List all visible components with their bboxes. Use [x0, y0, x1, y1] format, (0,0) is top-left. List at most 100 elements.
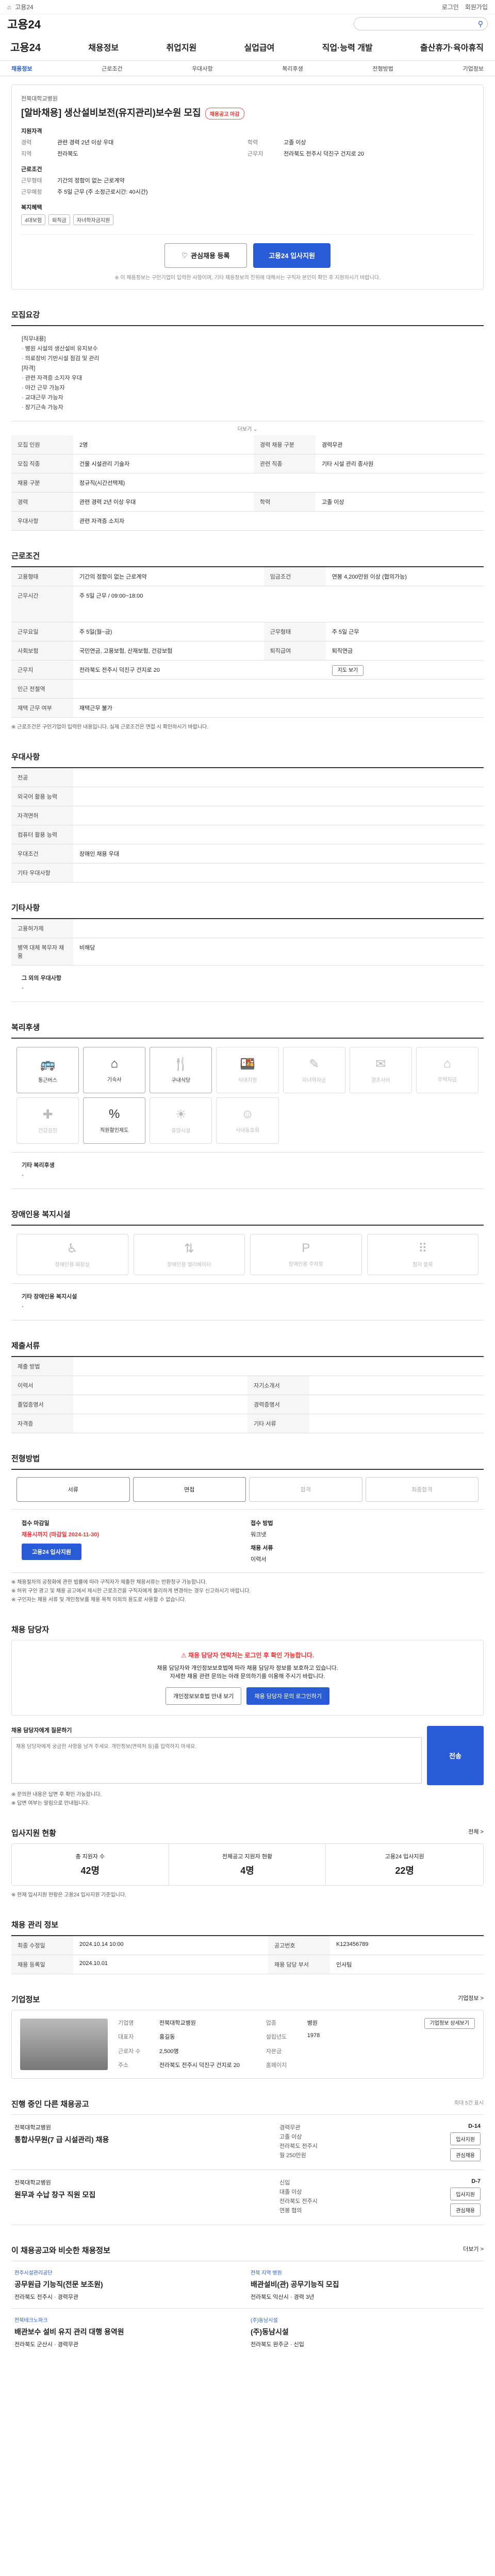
search-bar[interactable]: ⚲ [354, 17, 488, 30]
gnb-item-benefit[interactable]: 실업급여 [244, 41, 274, 53]
table-row: 채용 구분 정규직(시간선택제) [11, 473, 484, 493]
home-icon[interactable]: ⌂ [7, 4, 11, 11]
recommend-all-link[interactable]: 더보기 > [463, 2245, 484, 2256]
recommend-card[interactable]: 전주시설관리공단 공무원급 기능직(전문 보조원) 전라북도 전주시 · 경력무관 [11, 2260, 248, 2308]
gnb-brand[interactable]: 고용24 [10, 39, 41, 54]
table-row: 최종 수정일 2024.10.14 10:00 공고번호 K123456789 [11, 1936, 484, 1955]
process-panel: 서류 면접 합격 최종합격 접수 마감일 채용시까지 (마감일 2024-11-30)… [11, 1468, 484, 1604]
recommend-card[interactable]: 전북테크노파크 배관보수 설비 유지 관리 대행 용역원 전라북도 군산시 · 경력… [11, 2308, 248, 2355]
signup-link[interactable]: 회원가입 [465, 3, 488, 11]
job-apply-button[interactable]: 입사지원 [450, 2187, 481, 2200]
table-row: 모집 인원 2명 경력 채용 구분 경력무관 [11, 435, 484, 454]
condition-grid: 근무형태 기간의 정함이 없는 근로계약 근무예정 주 5일 근무 (주 소정근로시… [21, 177, 148, 195]
job-title: [알바채용] 생산설비보전(유지관리)보수원 모집 채용공고 마감 [21, 106, 474, 120]
condition-label: 근로조건 [21, 166, 42, 173]
stats-heading: 입사지원 현황 전체 > [11, 1827, 484, 1838]
contact-login-button[interactable]: 채용 담당자 문의 로그인하기 [246, 1687, 330, 1705]
stat-cell: 고용24 입사지원 22명 [385, 1853, 424, 1876]
recruit-panel: [직무내용] · 병원 시설의 생산설비 유지보수 · 의료장비 기반시설 점검… [11, 325, 484, 531]
company-detail-button[interactable]: 기업정보 상세보기 [424, 2018, 475, 2029]
qualification-label: 지원자격 [21, 128, 42, 134]
site-logo[interactable]: 고용24 [7, 15, 41, 32]
gnb-item-leave[interactable]: 출산휴가·육아휴직 [420, 41, 484, 53]
deadline: 채용시까지 (마감일 2024-11-30) [22, 1531, 100, 1538]
heart-icon: ♡ [182, 251, 188, 259]
apply-button[interactable]: 고용24 입사지원 [253, 243, 331, 268]
tab-recruit[interactable]: 채용정보 [11, 64, 32, 73]
etc-extra: 그 외의 우대사항 - [11, 965, 484, 1002]
table-row: 외국어 활용 능력 [11, 787, 484, 806]
docs-table: 제출 방법 이력서 자기소개서 졸업증명서 경력증명서 자격증 기타 서류 [11, 1357, 484, 1433]
benefit-tag: 4대보험 [21, 214, 46, 225]
job-row[interactable]: 전북대학교병원 원무과 수납 창구 직원 모집 신입 대졸 이상 전라북도 전주시 연봉 … [11, 2170, 484, 2225]
job-apply-button[interactable]: 입사지원 [450, 2132, 481, 2145]
table-row: 자격면허 [11, 806, 484, 825]
discount-icon: % [109, 1107, 120, 1122]
welfare-panel: 🚌 통근버스 ⌂ 기숙사 🍴 구내식당 🍱 식대지원 ✎ 자녀학자금 ✉ 경조사비 ⌂ 주택자금 ✚ 건강검진… [11, 1037, 484, 1189]
stats-all-link[interactable]: 전체 > [468, 1827, 484, 1838]
process-step: 면접 [133, 1477, 246, 1502]
table-row: 병역 대체 복무자 채용 비해당 [11, 938, 484, 965]
logo-row: 고용24 ⚲ [0, 14, 495, 33]
question-box: 채용 담당자에게 질문하기 전송 [11, 1725, 484, 1785]
welfare-heading: 복리후생 [11, 1023, 40, 1032]
more-button[interactable]: 더보기 ⌄ [11, 421, 484, 435]
job-scrap-button[interactable]: 관심채용 [450, 2148, 481, 2161]
tab-condition[interactable]: 근로조건 [102, 64, 122, 73]
recommend-grid: 전주시설관리공단 공무원급 기능직(전문 보조원) 전라북도 전주시 · 경력무관 전… [11, 2260, 484, 2355]
table-row: 경력 관련 경력 2년 이상 우대 학력 고졸 이상 [11, 492, 484, 512]
welfare-item: % 직원할인제도 [83, 1097, 146, 1144]
etc-heading: 기타사항 [11, 903, 40, 912]
scrap-button[interactable]: ♡ 관심채용 등록 [164, 243, 247, 268]
meal-icon: 🍴 [173, 1057, 189, 1071]
gnb-item-support[interactable]: 취업지원 [166, 41, 196, 53]
welfare-item: 🚌 통근버스 [16, 1046, 79, 1093]
header-note: ※ 이 채용정보는 구인기업이 입력한 사항이며, 기타 채용정보의 진위에 대… [114, 275, 381, 281]
job-scrap-button[interactable]: 관심채용 [450, 2203, 481, 2216]
question-input[interactable] [11, 1737, 422, 1784]
table-row: 우대사항 관련 자격증 소지자 [11, 511, 484, 531]
disabled-item: ⇅ 장애인용 엘리베이터 [133, 1233, 245, 1275]
gnb-item-training[interactable]: 직업·능력 개발 [322, 41, 373, 53]
search-icon[interactable]: ⚲ [478, 20, 483, 28]
privacy-button[interactable]: 개인정보보호법 안내 보기 [165, 1687, 242, 1705]
welfare-item: 🍴 구내식당 [150, 1046, 212, 1093]
company-name[interactable]: 전북대학교병원 [21, 94, 474, 103]
education-icon: ✎ [309, 1057, 320, 1071]
table-row: 고용허가제 [11, 919, 484, 938]
send-button[interactable]: 전송 [427, 1725, 484, 1785]
table-row: 채용 등록일 2024.10.01 채용 담당 부서 인사팀 [11, 1955, 484, 1974]
table-row: 모집 직종 건물 시설관리 기술자 관련 직종 기타 시설 관리 종사원 [11, 454, 484, 473]
tab-prefer[interactable]: 우대사항 [192, 64, 212, 73]
welfare-grid: 🚌 통근버스 ⌂ 기숙사 🍴 구내식당 🍱 식대지원 ✎ 자녀학자금 ✉ 경조사비 ⌂ 주택자금 ✚ 건강검진… [11, 1039, 484, 1153]
disabled-item: ♿ 장애인용 화장실 [16, 1233, 128, 1275]
map-button[interactable]: 지도 보기 [332, 665, 364, 676]
job-row[interactable]: 전북대학교병원 통합사무원(7 급 시설관리) 채용 경력무관 고졸 이상 전라북도 전… [11, 2115, 484, 2170]
welfare-extra: 기타 복리후생 - [11, 1153, 484, 1189]
table-row: 자격증 기타 서류 [11, 1414, 484, 1433]
gnb-item-jobs[interactable]: 채용정보 [88, 41, 119, 53]
recommend-card[interactable]: (주)동남시설 (주)동남시설 전라북도 완주군 · 신입 [248, 2308, 484, 2355]
company-info: 기업명 전북대학교병원 업종 병원 대표자 홍길동 설립년도 1978 근로자 수 2,500… [118, 2020, 320, 2069]
manage-table: 최종 수정일 2024.10.14 10:00 공고번호 K123456789 채용 … [11, 1936, 484, 1974]
docs-heading: 제출서류 [11, 1341, 40, 1350]
login-link[interactable]: 로그인 [442, 3, 459, 11]
tab-welfare[interactable]: 복리후생 [282, 64, 303, 73]
table-row: 고용형태 기간의 정함이 없는 근로계약 임금조건 연봉 4,200만원 이상 (협의… [11, 567, 484, 586]
table-row: 우대조건 장애인 채용 우대 [11, 844, 484, 863]
etc-table: 고용허가제 병역 대체 복무자 채용 비해당 [11, 919, 484, 965]
top-utility-bar: ⌂ 고용24 로그인 회원가입 [0, 0, 495, 14]
stats-note: ※ 현재 입사지원 현황은 고용24 입사지원 기준입니다. [11, 1892, 126, 1898]
welfare-item: ⌂ 기숙사 [83, 1046, 146, 1093]
tab-company[interactable]: 기업정보 [463, 64, 483, 73]
table-row: 인근 전철역 [11, 679, 484, 699]
tab-process[interactable]: 전형방법 [372, 64, 393, 73]
welfare-item: 🍱 식대지원 [216, 1046, 279, 1093]
apply-button-2[interactable]: 고용24 입사지원 [22, 1543, 82, 1560]
club-icon: ☺ [241, 1107, 254, 1122]
bus-icon: 🚌 [40, 1057, 56, 1071]
recommend-card[interactable]: 전북 지역 병원 배관설비(관) 공무기능직 모집 전라북도 익산시 · 경력 3년 [248, 2260, 484, 2308]
corp-all-link[interactable]: 기업정보 > [458, 1994, 484, 2005]
benefit-tag: 퇴직금 [48, 214, 70, 225]
disabled-extra: 기타 장애인용 복지시설 - [11, 1284, 484, 1320]
